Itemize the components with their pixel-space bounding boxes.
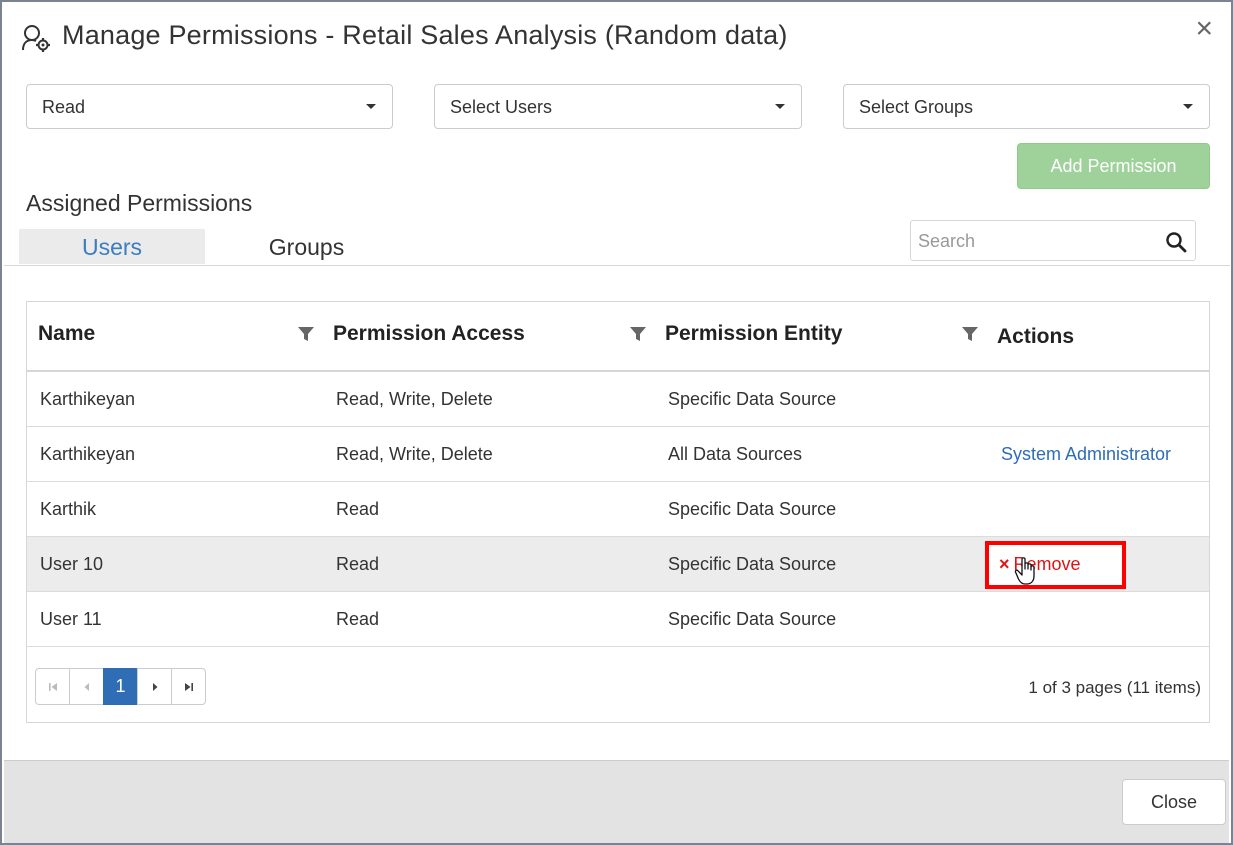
cell-name: Karthikeyan xyxy=(40,444,136,464)
chevron-right-icon xyxy=(152,682,157,691)
tab-divider xyxy=(4,265,1230,266)
cell-permission-access: Read xyxy=(336,609,380,629)
cell-permission-access: Read xyxy=(336,554,380,574)
last-page-icon xyxy=(184,682,193,691)
tab-groups[interactable]: Groups xyxy=(209,229,404,264)
permissions-grid: Name Permission Access Permission Entity… xyxy=(26,301,1210,723)
cell-permission-access: Read xyxy=(336,499,380,519)
cell-name: Karthik xyxy=(40,499,97,519)
grid-header: Name Permission Access Permission Entity… xyxy=(27,302,1209,372)
chevron-left-icon xyxy=(84,682,89,691)
cell-permission-access: Read, Write, Delete xyxy=(336,444,493,464)
cell-name: User 10 xyxy=(40,554,104,574)
manage-permissions-dialog: Manage Permissions - Retail Sales Analys… xyxy=(0,0,1233,845)
cell-permission-access: Read, Write, Delete xyxy=(336,389,493,409)
user-settings-icon xyxy=(22,25,50,52)
page-button-1[interactable]: 1 xyxy=(103,668,138,705)
cell-permission-entity: All Data Sources xyxy=(668,444,803,464)
cell-name: Karthikeyan xyxy=(40,389,136,409)
access-level-value: Read xyxy=(42,97,86,117)
search-input[interactable] xyxy=(918,229,1158,253)
previous-page-button[interactable] xyxy=(69,668,104,705)
system-administrator-link[interactable]: System Administrator xyxy=(1001,444,1171,465)
tab-users[interactable]: Users xyxy=(19,229,205,264)
table-row: User 10 Read Specific Data Source × Remov… xyxy=(27,537,1209,592)
column-header-actions: Actions xyxy=(997,325,1075,348)
select-users-dropdown[interactable]: Select Users xyxy=(434,84,802,129)
filter-icon[interactable] xyxy=(961,325,979,343)
select-groups-value: Select Groups xyxy=(859,97,974,117)
column-header-name: Name xyxy=(38,322,96,345)
cell-name: User 11 xyxy=(40,609,102,629)
cell-permission-entity: Specific Data Source xyxy=(668,609,837,629)
dialog-titlebar: Manage Permissions - Retail Sales Analys… xyxy=(2,2,1231,72)
first-page-button[interactable] xyxy=(35,668,70,705)
table-row: Karthikeyan Read, Write, Delete Specific… xyxy=(27,372,1209,427)
column-header-permission-entity: Permission Entity xyxy=(665,322,843,345)
search-icon[interactable] xyxy=(1165,231,1187,253)
assigned-permissions-heading: Assigned Permissions xyxy=(26,190,253,216)
next-page-button[interactable] xyxy=(137,668,172,705)
pager: 1 xyxy=(35,668,206,705)
remove-label: Remove xyxy=(1013,554,1081,574)
table-row: Karthikeyan Read, Write, Delete All Data… xyxy=(27,427,1209,482)
remove-button[interactable]: × Remove xyxy=(999,554,1081,575)
dialog-footer: Close xyxy=(4,760,1229,843)
table-row: Karthik Read Specific Data Source xyxy=(27,482,1209,537)
cell-permission-entity: Specific Data Source xyxy=(668,554,837,574)
close-icon: × xyxy=(999,554,1010,574)
close-button[interactable]: Close xyxy=(1122,779,1226,825)
table-row: User 11 Read Specific Data Source xyxy=(27,592,1209,647)
select-users-value: Select Users xyxy=(450,97,553,117)
access-level-dropdown[interactable]: Read xyxy=(26,84,393,129)
search-box xyxy=(910,220,1196,261)
filter-icon[interactable] xyxy=(297,325,315,343)
chevron-down-icon xyxy=(775,104,785,109)
add-permission-button[interactable]: Add Permission xyxy=(1017,143,1210,189)
cell-permission-entity: Specific Data Source xyxy=(668,499,837,519)
filter-icon[interactable] xyxy=(629,325,647,343)
column-header-permission-access: Permission Access xyxy=(333,322,525,345)
select-groups-dropdown[interactable]: Select Groups xyxy=(843,84,1210,129)
first-page-icon xyxy=(48,682,57,691)
pager-info: 1 of 3 pages (11 items) xyxy=(1028,678,1201,697)
chevron-down-icon xyxy=(366,104,376,109)
last-page-button[interactable] xyxy=(171,668,206,705)
cell-permission-entity: Specific Data Source xyxy=(668,389,837,409)
dialog-title: Manage Permissions - Retail Sales Analys… xyxy=(62,20,788,50)
close-icon[interactable]: × xyxy=(1195,14,1213,44)
chevron-down-icon xyxy=(1183,104,1193,109)
remove-highlight-box: × Remove xyxy=(985,541,1126,589)
